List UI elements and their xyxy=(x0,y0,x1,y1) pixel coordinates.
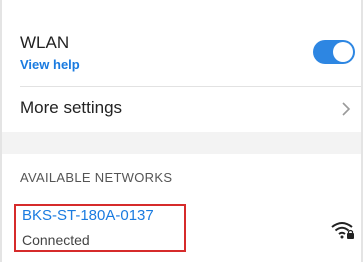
more-settings-label: More settings xyxy=(20,98,123,117)
more-settings-row[interactable]: More settings xyxy=(2,86,361,132)
view-help-link[interactable]: View help xyxy=(20,57,80,72)
network-status: Connected xyxy=(22,232,90,248)
section-gap xyxy=(2,132,361,154)
toggle-knob xyxy=(333,42,353,62)
network-item[interactable]: BKS-ST-180A-0137 Connected xyxy=(2,196,361,256)
wifi-locked-icon xyxy=(331,222,354,239)
chevron-right-icon xyxy=(342,102,351,116)
wlan-title: WLAN xyxy=(20,33,70,52)
wlan-toggle[interactable] xyxy=(313,40,355,64)
network-name: BKS-ST-180A-0137 xyxy=(22,207,154,224)
wlan-row: WLAN View help xyxy=(2,0,361,86)
available-networks-header: AVAILABLE NETWORKS xyxy=(20,170,173,185)
